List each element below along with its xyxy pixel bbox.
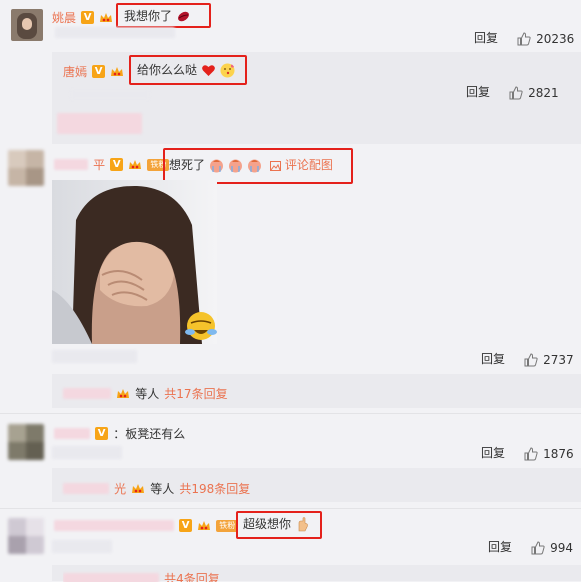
username[interactable]: 姚晨 [52, 11, 76, 25]
thread-summary-row: 等人 共17条回复 [63, 383, 228, 401]
avatar[interactable] [8, 150, 44, 186]
thumbs-up-icon [524, 352, 538, 366]
reply-header: 唐嫣 V [63, 61, 124, 79]
reply-button[interactable]: 回复 [488, 538, 512, 555]
blurred-username [54, 428, 90, 439]
thumbs-up-icon [509, 85, 523, 99]
like-button[interactable]: 1876 [524, 443, 574, 462]
crown-icon [100, 12, 113, 22]
divider [0, 508, 581, 509]
comment-text: 我想你了 [124, 7, 191, 24]
comment-header: V ：板凳还有么 [54, 423, 186, 441]
comment-picture-link[interactable]: 评论配图 [270, 156, 333, 173]
comment-header: 姚晨 V [52, 7, 113, 25]
like-count: 20236 [536, 32, 575, 46]
verified-icon: V [179, 519, 193, 532]
kiss-emoji-icon [220, 63, 235, 78]
view-replies-link[interactable]: 共17条回复 [164, 387, 227, 401]
username-suffix[interactable]: 平 [93, 158, 105, 172]
verified-icon: V [95, 427, 109, 440]
avatar[interactable] [8, 424, 44, 460]
thumbs-up-icon [524, 446, 538, 460]
reply-button[interactable]: 回复 [474, 29, 498, 46]
avatar[interactable] [11, 9, 43, 41]
hand-emoji-icon [298, 517, 308, 532]
blurred-content [70, 89, 150, 100]
reply-text: 给你么么哒 [137, 61, 235, 78]
thread-summary-row: 共4条回复 [63, 568, 220, 582]
reply-button[interactable]: 回复 [466, 83, 490, 100]
reply-button[interactable]: 回复 [481, 350, 505, 367]
like-count: 2821 [528, 86, 559, 100]
blurred-username [54, 520, 174, 531]
comment-text: 想死了 [169, 156, 262, 173]
like-button[interactable]: 994 [531, 537, 573, 556]
cry-emoji-icon [228, 159, 242, 173]
cry-emoji-icon [247, 159, 261, 173]
reply-button[interactable]: 回复 [481, 444, 505, 461]
like-button[interactable]: 2821 [509, 82, 559, 101]
fan-badge: 铁粉 [216, 519, 239, 532]
like-button[interactable]: 20236 [517, 28, 574, 47]
crown-icon [117, 388, 130, 398]
blurred-content [52, 350, 137, 363]
like-count: 2737 [543, 353, 574, 367]
picture-link-label: 评论配图 [284, 158, 333, 172]
divider [0, 413, 581, 414]
verified-icon: V [110, 158, 124, 171]
blurred-username [54, 159, 88, 170]
username[interactable]: 唐嫣 [63, 65, 87, 79]
like-count: 1876 [543, 447, 574, 461]
lips-emoji-icon [177, 11, 189, 22]
verified-icon: V [92, 65, 106, 78]
username-suffix[interactable]: 光 [114, 482, 126, 496]
others-label: 等人 [135, 387, 160, 401]
others-label: 等人 [150, 482, 175, 496]
cry-emoji-icon [209, 159, 223, 173]
crown-icon [111, 66, 124, 76]
comment-header: 平 V 铁粉 [54, 154, 170, 172]
crown-icon [132, 483, 145, 493]
heart-emoji-icon [201, 65, 215, 76]
thread-summary-row: 光 等人 共198条回复 [63, 478, 250, 496]
blurred-content [52, 540, 112, 553]
blurred-content [55, 27, 175, 38]
blurred-content [52, 446, 122, 459]
like-count: 994 [550, 541, 573, 555]
comment-image[interactable] [52, 180, 217, 344]
thumbs-up-icon [517, 31, 531, 45]
comment-header: V 铁粉 [54, 515, 239, 532]
like-button[interactable]: 2737 [524, 349, 574, 368]
blurred-username [63, 388, 111, 399]
comment-text: ：板凳还有么 [113, 427, 186, 441]
crown-icon [129, 159, 142, 169]
crown-icon [198, 520, 211, 530]
verified-icon: V [81, 11, 95, 24]
blurred-content [57, 113, 142, 134]
image-icon [270, 160, 281, 171]
view-replies-link[interactable]: 共198条回复 [179, 482, 250, 496]
thumbs-up-icon [531, 540, 545, 554]
blurred-username [63, 483, 109, 494]
comment-text: 超级想你 [243, 515, 310, 532]
avatar[interactable] [8, 518, 44, 554]
